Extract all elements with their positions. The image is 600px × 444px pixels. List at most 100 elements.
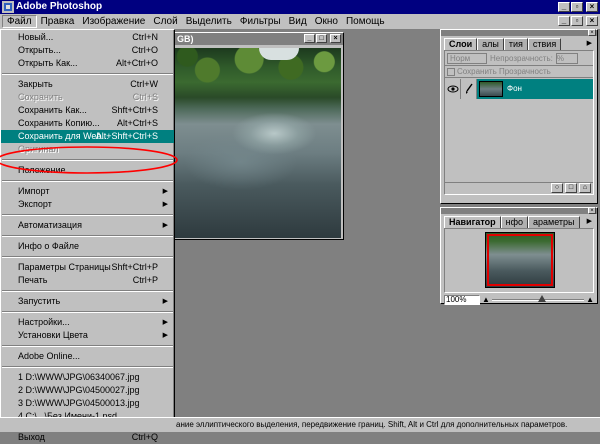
zoom-slider[interactable]: ▲ ▲ [482,295,594,304]
menu-item-color-settings[interactable]: Установки Цвета ▶ [1,329,174,342]
menu-item-save: Сохранить Ctrl+S [1,91,174,104]
label: Автоматизация [18,220,82,230]
canvas-trees [174,48,341,103]
zoom-in-icon[interactable]: ▲ [586,295,594,304]
menu-window[interactable]: Окно [311,15,342,28]
document-window[interactable]: GB) _ □ × [170,32,344,240]
tab-info[interactable]: нфо [500,216,528,228]
tab-layers[interactable]: Слои [444,38,478,50]
tab-actions[interactable]: ствия [527,38,562,50]
menu-item-file-info[interactable]: Инфо о Файле [1,240,174,253]
layer-row-background[interactable]: Фон [445,77,593,99]
layers-tabs: Слои алы тия ствия ▶ [444,38,594,50]
menu-view[interactable]: Вид [285,15,311,28]
zoom-slider-thumb[interactable] [538,295,546,302]
trash-icon[interactable]: ⌂ [579,183,591,193]
menu-help[interactable]: Помощь [342,15,389,28]
doc-maximize-button[interactable]: □ [316,34,327,43]
mdi-close-button[interactable]: × [586,16,598,26]
menu-item-open-as[interactable]: Открыть Как... Alt+Ctrl+O [1,57,174,70]
menu-item-recent-file-1[interactable]: 1 D:\WWW\JPG\06340067.jpg [1,371,174,384]
tab-options[interactable]: араметры [528,216,580,228]
menu-item-automate[interactable]: Автоматизация ▶ [1,219,174,232]
label: Сохранить [18,92,63,102]
menu-item-import[interactable]: Импорт ▶ [1,185,174,198]
menu-item-adobe-online[interactable]: Adobe Online... [1,350,174,363]
menu-item-new[interactable]: Новый... Ctrl+N [1,31,174,44]
palette-close-button[interactable]: × [588,207,596,214]
document-canvas[interactable] [174,48,341,238]
menu-image[interactable]: Изображение [78,15,149,28]
canvas-sky [259,48,299,60]
minimize-button[interactable]: _ [558,2,570,12]
menu-item-save-for-web[interactable]: Сохранить для Web... Alt+Shft+Ctrl+S [1,130,174,143]
menu-edit[interactable]: Правка [37,15,79,28]
file-menu: Новый... Ctrl+N Открыть... Ctrl+O Открыть … [0,29,178,442]
menu-item-recent-file-2[interactable]: 2 D:\WWW\JPG\04500027.jpg [1,384,174,397]
label: Открыть... [18,45,61,55]
new-layer-mask-icon[interactable]: ○ [551,183,563,193]
navigator-view-frame[interactable] [487,234,553,286]
tab-navigator[interactable]: Навигатор [444,216,501,228]
photoshop-app-icon[interactable] [2,1,14,13]
zoom-field[interactable]: 100% [444,294,480,305]
palette-title-bar[interactable]: × [441,207,597,214]
blend-mode-select[interactable]: Норм [447,52,487,64]
restore-button[interactable]: ▫ [571,2,583,12]
menu-item-jump-to[interactable]: Запустить ▶ [1,295,174,308]
palette-title-bar[interactable]: × [441,29,597,36]
menu-item-page-setup[interactable]: Параметры Страницы Shft+Ctrl+P [1,261,174,274]
layer-visibility-toggle[interactable] [445,78,461,99]
palette-menu-arrow-icon[interactable]: ▶ [585,38,594,50]
submenu-arrow-icon: ▶ [162,222,168,229]
menu-item-preferences[interactable]: Настройки... ▶ [1,316,174,329]
mdi-restore-button[interactable]: ▫ [571,16,583,26]
shortcut: Ctrl+P [132,275,158,285]
preserve-transparency-checkbox[interactable] [447,67,455,76]
zoom-out-icon[interactable]: ▲ [482,295,490,304]
menu-separator [2,366,173,368]
menu-layer[interactable]: Слой [149,15,181,28]
menu-item-save-copy[interactable]: Сохранить Копию... Alt+Ctrl+S [1,117,174,130]
label: 2 D:\WWW\JPG\04500027.jpg [18,385,140,395]
opacity-field[interactable]: % [555,52,578,64]
doc-close-button[interactable]: × [330,34,341,43]
document-title: GB) [177,34,194,44]
tab-paths[interactable]: тия [503,38,528,50]
submenu-arrow-icon: ▶ [162,332,168,339]
menu-select[interactable]: Выделить [182,15,236,28]
doc-minimize-button[interactable]: _ [304,34,315,43]
label: Экспорт [18,199,52,209]
label: Сохранить Копию... [18,118,100,128]
close-button[interactable]: × [586,2,598,12]
layer-brush-toggle[interactable] [461,78,477,99]
layer-name: Фон [507,84,522,93]
menu-item-place[interactable]: Положение [1,164,174,177]
label: Импорт [18,186,50,196]
menu-separator [2,214,173,216]
menu-item-print[interactable]: Печать Ctrl+P [1,274,174,287]
layers-palette: × Слои алы тия ствия ▶ Норм Непрозрачнос… [440,29,598,204]
menu-item-recent-file-3[interactable]: 3 D:\WWW\JPG\04500013.jpg [1,397,174,410]
palette-close-button[interactable]: × [588,29,596,36]
mdi-minimize-button[interactable]: _ [558,16,570,26]
menu-bar: Файл Правка Изображение Слой Выделить Фи… [0,14,600,29]
menu-separator [2,73,173,75]
menu-item-open[interactable]: Открыть... Ctrl+O [1,44,174,57]
tab-channels[interactable]: алы [477,38,504,50]
menu-filter[interactable]: Фильтры [236,15,285,28]
shortcut: Shft+Ctrl+S [111,105,158,115]
new-layer-icon[interactable]: □ [565,183,577,193]
menu-item-save-as[interactable]: Сохранить Как... Shft+Ctrl+S [1,104,174,117]
label: Сохранить Как... [18,105,87,115]
menu-item-close[interactable]: Закрыть Ctrl+W [1,78,174,91]
document-title-bar[interactable]: GB) _ □ × [171,33,343,45]
menu-separator [2,256,173,258]
label: Настройки... [18,317,70,327]
menu-file[interactable]: Файл [2,15,37,28]
status-bar: ание эллиптического выделения, передвиже… [0,417,600,432]
palette-menu-arrow-icon[interactable]: ▶ [585,216,594,228]
layer-selected[interactable]: Фон [477,78,593,99]
menu-item-exit[interactable]: Выход Ctrl+Q [1,431,174,444]
menu-item-export[interactable]: Экспорт ▶ [1,198,174,211]
